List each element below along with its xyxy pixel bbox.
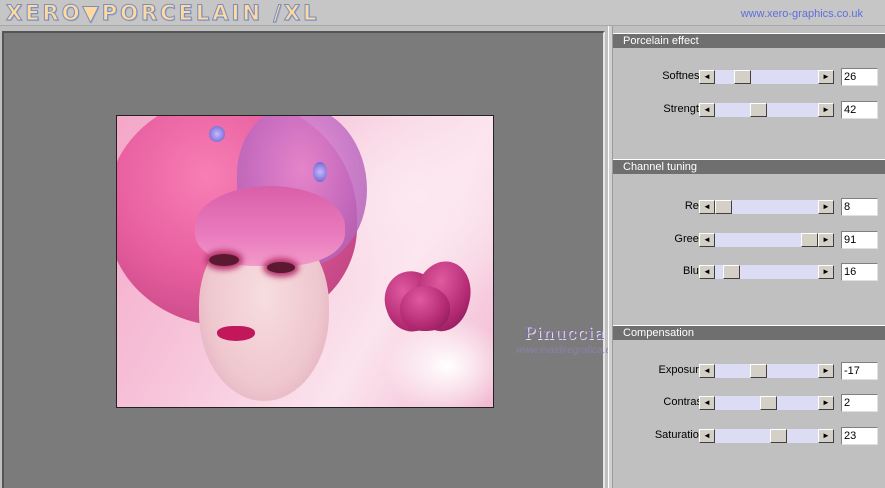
slider-track[interactable] [715, 70, 818, 84]
arrow-right-icon[interactable]: ► [818, 233, 834, 247]
title-bar: XERO▼PORCELAIN /XL www.xero-graphics.co.… [0, 0, 885, 26]
slider-track[interactable] [715, 396, 818, 410]
slider-track[interactable] [715, 103, 818, 117]
red-slider[interactable]: ◄ ► [699, 200, 834, 214]
group-channel-tuning: Channel tuning Red ◄ ► 8 Green ◄ ► 91 Bl… [613, 159, 885, 317]
arrow-left-icon[interactable]: ◄ [699, 200, 715, 214]
arrow-left-icon[interactable]: ◄ [699, 233, 715, 247]
group-porcelain-effect: Porcelain effect Softness ◄ ► 26 Strengt… [613, 33, 885, 150]
slider-track[interactable] [715, 200, 818, 214]
param-row-softness: Softness ◄ ► 26 [613, 68, 885, 86]
arrow-left-icon[interactable]: ◄ [699, 429, 715, 443]
softness-slider[interactable]: ◄ ► [699, 70, 834, 84]
strength-value-input[interactable]: 42 [841, 101, 878, 119]
param-row-contrast: Contrast ◄ ► 2 [613, 394, 885, 412]
image-lips [217, 326, 255, 341]
arrow-right-icon[interactable]: ► [818, 200, 834, 214]
website-link[interactable]: www.xero-graphics.co.uk [741, 8, 863, 20]
blue-slider[interactable]: ◄ ► [699, 265, 834, 279]
watermark-url: www.maidiregrafica.eu [516, 345, 617, 356]
slider-thumb[interactable] [733, 70, 751, 84]
arrow-left-icon[interactable]: ◄ [699, 265, 715, 279]
contrast-value-input[interactable]: 2 [841, 394, 878, 412]
arrow-right-icon[interactable]: ► [818, 103, 834, 117]
red-value-input[interactable]: 8 [841, 198, 878, 216]
softness-value-input[interactable]: 26 [841, 68, 878, 86]
arrow-left-icon[interactable]: ◄ [699, 364, 715, 378]
watermark-signature: Pinuccia [524, 324, 606, 344]
group-title: Porcelain effect [613, 34, 885, 48]
contrast-slider[interactable]: ◄ ► [699, 396, 834, 410]
param-label: Saturation [654, 429, 705, 441]
param-row-saturation: Saturation ◄ ► 23 [613, 427, 885, 445]
slider-track[interactable] [715, 233, 818, 247]
saturation-slider[interactable]: ◄ ► [699, 429, 834, 443]
arrow-left-icon[interactable]: ◄ [699, 103, 715, 117]
param-row-strength: Strength ◄ ► 42 [613, 101, 885, 119]
image-rose [313, 162, 327, 182]
strength-slider[interactable]: ◄ ► [699, 103, 834, 117]
preview-pane: Pinuccia www.maidiregrafica.eu [2, 31, 617, 488]
image-flower [375, 251, 479, 341]
arrow-right-icon[interactable]: ► [818, 70, 834, 84]
green-slider[interactable]: ◄ ► [699, 233, 834, 247]
param-row-green: Green ◄ ► 91 [613, 231, 885, 249]
group-title: Channel tuning [613, 160, 885, 174]
slider-thumb[interactable] [749, 364, 767, 378]
image-rose [209, 126, 225, 142]
slider-thumb[interactable] [750, 103, 768, 117]
arrow-right-icon[interactable]: ► [818, 364, 834, 378]
slider-track[interactable] [715, 265, 818, 279]
param-row-exposure: Exposure ◄ ► -17 [613, 362, 885, 380]
image-eye-left [209, 254, 239, 266]
slider-track[interactable] [715, 364, 818, 378]
param-row-blue: Blue ◄ ► 16 [613, 263, 885, 281]
slider-thumb[interactable] [770, 429, 788, 443]
saturation-value-input[interactable]: 23 [841, 427, 878, 445]
slider-track[interactable] [715, 429, 818, 443]
arrow-left-icon[interactable]: ◄ [699, 396, 715, 410]
arrow-right-icon[interactable]: ► [818, 396, 834, 410]
image-eye-right [267, 262, 295, 273]
param-row-red: Red ◄ ► 8 [613, 198, 885, 216]
arrow-right-icon[interactable]: ► [818, 429, 834, 443]
plugin-logo: XERO▼PORCELAIN /XL [5, 1, 320, 26]
exposure-value-input[interactable]: -17 [841, 362, 878, 380]
group-title: Compensation [613, 326, 885, 340]
slider-thumb[interactable] [800, 233, 818, 247]
exposure-slider[interactable]: ◄ ► [699, 364, 834, 378]
blue-value-input[interactable]: 16 [841, 263, 878, 281]
green-value-input[interactable]: 91 [841, 231, 878, 249]
slider-thumb[interactable] [723, 265, 741, 279]
slider-thumb[interactable] [759, 396, 777, 410]
arrow-left-icon[interactable]: ◄ [699, 70, 715, 84]
preview-image [116, 115, 494, 408]
arrow-right-icon[interactable]: ► [818, 265, 834, 279]
slider-thumb[interactable] [715, 200, 733, 214]
group-compensation: Compensation Exposure ◄ ► -17 Contrast ◄… [613, 325, 885, 488]
